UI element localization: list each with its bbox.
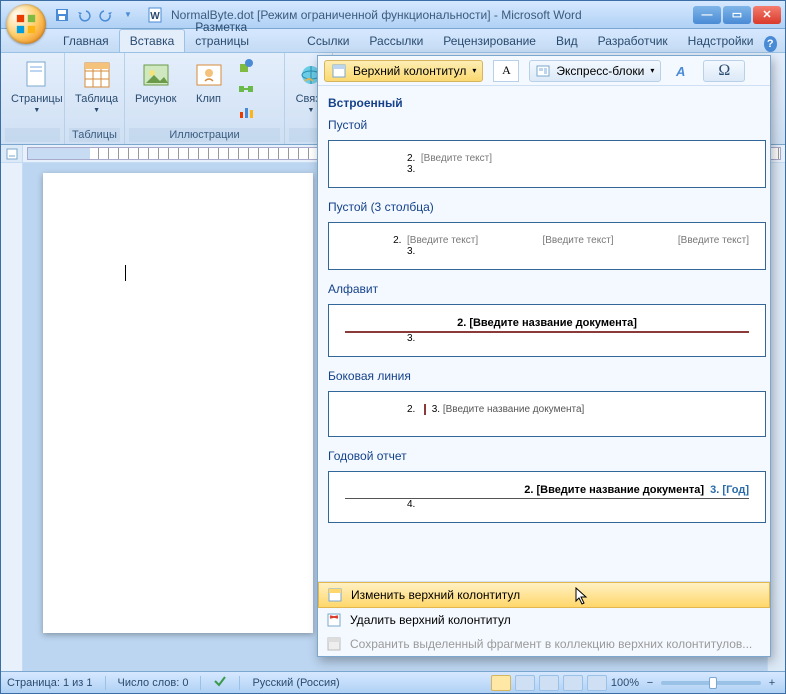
vertical-ruler[interactable] — [1, 163, 23, 671]
table-icon — [81, 59, 113, 91]
zoom-thumb[interactable] — [709, 677, 717, 689]
view-web[interactable] — [539, 675, 559, 691]
ribbon-tabs: Главная Вставка Разметка страницы Ссылки… — [1, 29, 785, 53]
mouse-cursor-icon — [575, 587, 589, 605]
titlebar: ▼ W NormalByte.dot [Режим ограниченной ф… — [1, 1, 785, 29]
tab-pagelayout[interactable]: Разметка страницы — [185, 16, 297, 52]
header-icon — [331, 63, 347, 79]
chart-icon[interactable] — [235, 101, 257, 123]
tab-addins[interactable]: Надстройки — [678, 30, 764, 52]
zoom-level[interactable]: 100% — [611, 677, 639, 689]
clip-button[interactable]: Клип — [187, 55, 231, 109]
gallery-footer: Изменить верхний колонтитул Удалить верх… — [318, 581, 770, 656]
view-outline[interactable] — [563, 675, 583, 691]
gallery-item-title: Боковая линия — [326, 365, 770, 389]
zoom-slider[interactable] — [661, 681, 761, 685]
tab-developer[interactable]: Разработчик — [588, 30, 678, 52]
textbox-button[interactable]: A — [493, 60, 519, 82]
page-icon — [21, 59, 53, 91]
table-button[interactable]: Таблица ▼ — [69, 55, 124, 118]
picture-button[interactable]: Рисунок — [129, 55, 183, 109]
gallery-item-alphabet[interactable]: 2. [Введите название документа] 3. — [328, 304, 766, 357]
picture-icon — [140, 59, 172, 91]
office-button[interactable] — [6, 4, 46, 44]
zoom-in-button[interactable]: + — [765, 677, 779, 689]
redo-icon[interactable] — [97, 6, 115, 24]
smartart-icon[interactable] — [235, 78, 257, 100]
edit-header-menuitem[interactable]: Изменить верхний колонтитул — [318, 582, 770, 608]
gallery-item-sideline[interactable]: 2. 3. [Введите название документа] — [328, 391, 766, 437]
symbol-button[interactable]: Ω — [703, 60, 745, 82]
tab-references[interactable]: Ссылки — [297, 30, 359, 52]
status-page[interactable]: Страница: 1 из 1 — [7, 677, 93, 689]
save-selection-menuitem: Сохранить выделенный фрагмент в коллекци… — [318, 632, 770, 656]
tab-review[interactable]: Рецензирование — [433, 30, 546, 52]
gallery-item-blank[interactable]: 2. [Введите текст] 3. — [328, 140, 766, 188]
chevron-down-icon: ▼ — [33, 107, 40, 114]
tab-mailings[interactable]: Рассылки — [359, 30, 433, 52]
edit-header-icon — [327, 587, 343, 603]
svg-text:A: A — [675, 64, 685, 79]
wordart-icon[interactable]: A — [671, 60, 693, 82]
tables-group-label: Таблицы — [69, 128, 120, 142]
qat-dropdown-icon[interactable]: ▼ — [119, 6, 137, 24]
header-gallery-panel: Верхний колонтитул ▾ A Экспресс-блоки ▾ … — [317, 55, 771, 657]
chevron-down-icon: ▼ — [93, 107, 100, 114]
undo-icon[interactable] — [75, 6, 93, 24]
save-icon[interactable] — [53, 6, 71, 24]
status-words[interactable]: Число слов: 0 — [118, 677, 189, 689]
remove-header-menuitem[interactable]: Удалить верхний колонтитул — [318, 608, 770, 632]
tab-view[interactable]: Вид — [546, 30, 588, 52]
maximize-button[interactable]: ▭ — [723, 6, 751, 24]
svg-text:W: W — [150, 11, 160, 22]
view-full-screen[interactable] — [515, 675, 535, 691]
tab-home[interactable]: Главная — [53, 30, 119, 52]
document-page — [43, 173, 313, 633]
gallery-item-title: Алфавит — [326, 278, 770, 302]
statusbar: Страница: 1 из 1 Число слов: 0 Русский (… — [1, 671, 785, 693]
save-selection-icon — [326, 636, 342, 652]
text-cursor — [125, 265, 126, 281]
chevron-down-icon: ▾ — [472, 66, 476, 75]
status-language[interactable]: Русский (Россия) — [252, 677, 339, 689]
quick-access-toolbar: ▼ — [53, 6, 137, 24]
remove-header-icon — [326, 612, 342, 628]
gallery-item-title: Годовой отчет — [326, 445, 770, 469]
tab-insert[interactable]: Вставка — [119, 29, 186, 52]
word-doc-icon: W — [147, 7, 163, 23]
pages-button[interactable]: Страницы ▼ — [5, 55, 69, 118]
illustrations-group-label: Иллюстрации — [129, 128, 280, 142]
proofing-icon[interactable] — [213, 674, 227, 691]
chevron-down-icon: ▼ — [308, 107, 315, 114]
gallery-item-title: Пустой (3 столбца) — [326, 196, 770, 220]
shapes-icon[interactable] — [235, 55, 257, 77]
gallery-category: Встроенный — [326, 90, 770, 114]
quickparts-button[interactable]: Экспресс-блоки ▾ — [529, 60, 661, 82]
view-draft[interactable] — [587, 675, 607, 691]
gallery-item-title: Пустой — [326, 114, 770, 138]
zoom-out-button[interactable]: − — [643, 677, 657, 689]
gallery-item-annual[interactable]: 2. [Введите название документа] 3. [Год]… — [328, 471, 766, 523]
help-icon[interactable]: ? — [764, 36, 778, 52]
quickparts-icon — [536, 64, 550, 78]
view-print-layout[interactable] — [491, 675, 511, 691]
minimize-button[interactable]: — — [693, 6, 721, 24]
clip-icon — [193, 59, 225, 91]
chevron-down-icon: ▾ — [650, 66, 654, 75]
header-dropdown-button[interactable]: Верхний колонтитул ▾ — [324, 60, 483, 82]
close-button[interactable]: ✕ — [753, 6, 781, 24]
gallery-item-blank3col[interactable]: 2. [Введите текст][Введите текст][Введит… — [328, 222, 766, 270]
ruler-corner[interactable] — [1, 145, 23, 162]
